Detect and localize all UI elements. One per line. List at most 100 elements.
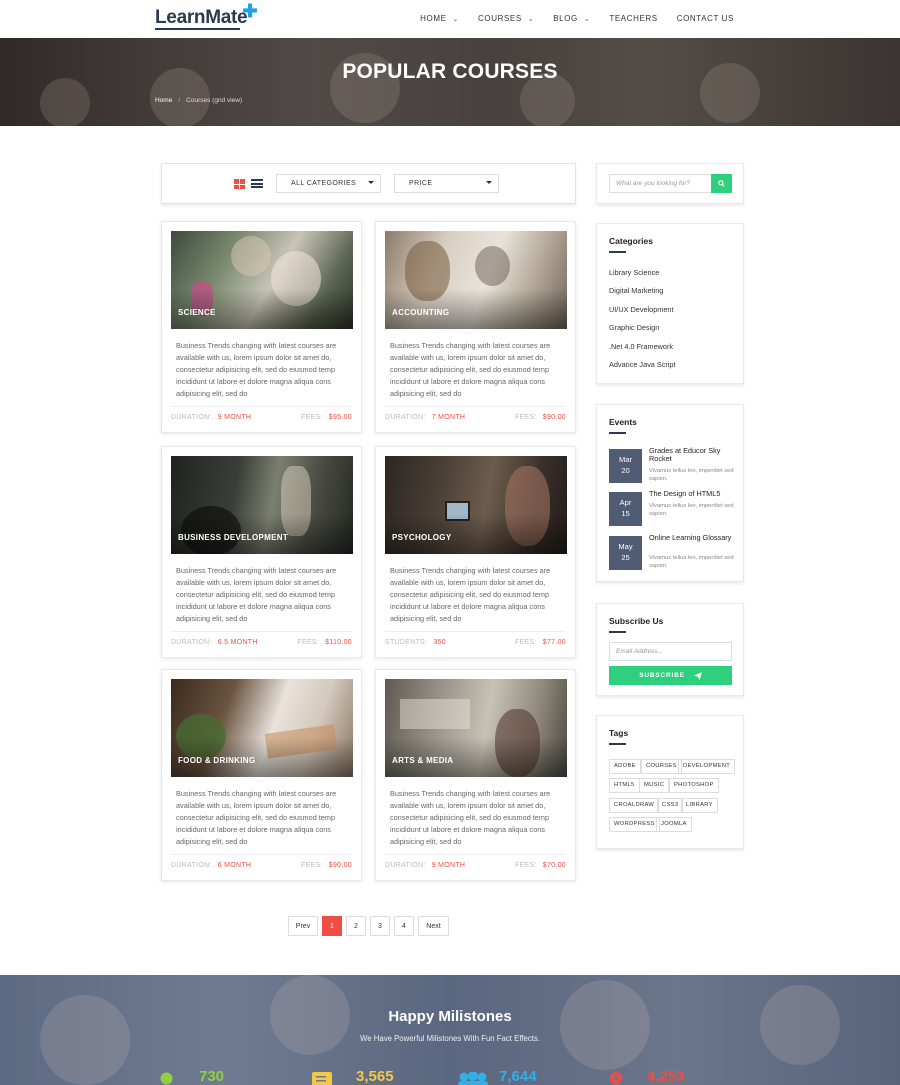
breadcrumb-home[interactable]: Home: [155, 97, 172, 104]
course-description: Business Trends changing with latest cou…: [390, 789, 551, 846]
title-underline: [609, 432, 626, 434]
circle-icon: [160, 1072, 173, 1085]
caret-down-icon: [368, 181, 374, 184]
tag-link[interactable]: ADOBE: [609, 759, 641, 774]
subscribe-widget: Subscribe Us Email Address... SUBSCRIBE: [596, 603, 744, 696]
list-view-icon[interactable]: [251, 179, 263, 189]
nav-item-blog[interactable]: BLOG ⌄: [553, 14, 590, 23]
counter-value: 4,253: [647, 1068, 685, 1085]
counter-value: 7,644: [499, 1068, 537, 1085]
category-link[interactable]: Digital Marketing: [609, 286, 663, 295]
search-input[interactable]: What are you looking for?: [609, 174, 712, 193]
course-fees: FEES: $90.00: [515, 414, 566, 421]
pagination-next[interactable]: Next: [418, 916, 449, 936]
widget-title: Events: [609, 417, 637, 427]
chevron-down-icon: ⌄: [527, 15, 535, 23]
nav-label: CONTACT US: [676, 14, 734, 23]
category-link[interactable]: Graphic Design: [609, 323, 659, 332]
tag-link[interactable]: JOOMLA: [656, 817, 692, 832]
category-link[interactable]: UI/UX Development: [609, 305, 673, 314]
course-card[interactable]: SCIENCE Business Trends changing with la…: [161, 221, 362, 433]
course-fees: FEES: $77.00: [515, 639, 566, 646]
main-nav: HOME ⌄ COURSES ⌄ BLOG ⌄ TEACHERS CONTACT US: [401, 14, 734, 23]
course-category[interactable]: FOOD & DRINKING: [178, 756, 255, 765]
card-divider: [385, 406, 566, 407]
pagination-page-1[interactable]: 1: [322, 916, 342, 936]
nav-item-courses[interactable]: COURSES ⌄: [478, 14, 534, 23]
categories-widget: Categories Library Science Digital Marke…: [596, 223, 744, 384]
caret-down-icon: [486, 181, 492, 184]
course-duration: DURATION: 6.5 MONTH: [171, 639, 258, 646]
nav-label: TEACHERS: [609, 14, 658, 23]
tag-link[interactable]: HTML5: [609, 778, 640, 793]
course-card[interactable]: ACCOUNTING Business Trends changing with…: [375, 221, 576, 433]
course-category[interactable]: ACCOUNTING: [392, 308, 449, 317]
page-title: POPULAR COURSES: [342, 60, 558, 83]
widget-title: Subscribe Us: [609, 616, 664, 626]
course-description: Business Trends changing with latest cou…: [176, 566, 337, 623]
course-category[interactable]: ARTS & MEDIA: [392, 756, 453, 765]
search-button[interactable]: [711, 174, 732, 193]
logo[interactable]: LearnMate ✚: [155, 1, 258, 30]
course-card[interactable]: FOOD & DRINKING Business Trends changing…: [161, 669, 362, 881]
document-icon: [312, 1072, 332, 1085]
course-fees: FEES: $90.00: [301, 862, 352, 869]
pagination-page-4[interactable]: 4: [394, 916, 414, 936]
card-divider: [385, 854, 566, 855]
tag-link[interactable]: PHOTOSHOP: [669, 778, 719, 793]
course-category[interactable]: SCIENCE: [178, 308, 216, 317]
event-text: Vivamus tellus leo, imperdiet sed sapien…: [649, 555, 734, 569]
tag-link[interactable]: WORDPRESS: [609, 817, 660, 832]
price-select[interactable]: PRICE: [394, 174, 499, 193]
tag-link[interactable]: DEVELOPMENT: [678, 759, 736, 774]
map-pin-icon: [610, 1072, 622, 1085]
course-students: STUDENTS: 350: [385, 639, 446, 646]
course-category[interactable]: BUSINESS DEVELOPMENT: [178, 533, 288, 542]
pagination-page-2[interactable]: 2: [346, 916, 366, 936]
search-widget: What are you looking for?: [596, 163, 744, 204]
grid-view-icon[interactable]: [234, 179, 245, 189]
pagination-prev[interactable]: Prev: [288, 916, 318, 936]
tag-link[interactable]: MUSIC: [639, 778, 670, 793]
course-category[interactable]: PSYCHOLOGY: [392, 533, 451, 542]
tag-link[interactable]: LIBRARY: [681, 798, 718, 813]
email-field[interactable]: Email Address...: [609, 642, 732, 661]
course-card[interactable]: ARTS & MEDIA Business Trends changing wi…: [375, 669, 576, 881]
page-hero: POPULAR COURSES Home / Courses (grid view): [0, 38, 900, 126]
breadcrumb-current: Courses (grid view): [186, 97, 243, 104]
course-duration: DURATION: 7 MONTH: [385, 414, 466, 421]
title-underline: [609, 631, 626, 633]
course-card[interactable]: BUSINESS DEVELOPMENT Business Trends cha…: [161, 446, 362, 658]
subscribe-button[interactable]: SUBSCRIBE: [609, 666, 732, 685]
tag-link[interactable]: COURSES: [641, 759, 682, 774]
chevron-down-icon: ⌄: [452, 15, 460, 23]
card-divider: [171, 406, 352, 407]
event-title[interactable]: Grades at Educor Sky Rocket: [649, 447, 734, 463]
pagination-page-3[interactable]: 3: [370, 916, 390, 936]
tag-link[interactable]: CSS3: [657, 798, 684, 813]
category-select[interactable]: ALL CATEGORIES: [276, 174, 381, 193]
card-divider: [385, 631, 566, 632]
event-text: Vivamus tellus leo, imperdiet sed sapien…: [649, 468, 734, 482]
nav-item-home[interactable]: HOME ⌄: [420, 14, 459, 23]
nav-item-teachers[interactable]: TEACHERS: [609, 14, 657, 23]
logo-underline: [155, 28, 240, 30]
nav-item-contact[interactable]: CONTACT US: [677, 14, 734, 23]
category-link[interactable]: Library Science: [609, 268, 659, 277]
category-link[interactable]: Advance Java Script: [609, 360, 676, 369]
category-select-value: ALL CATEGORIES: [291, 180, 357, 187]
course-duration: DURATION: 6 MONTH: [171, 862, 252, 869]
card-divider: [171, 854, 352, 855]
card-divider: [171, 631, 352, 632]
course-fees: FEES: $95.00: [301, 414, 352, 421]
course-duration: DURATION: 9 MONTH: [385, 862, 466, 869]
course-card[interactable]: PSYCHOLOGY Business Trends changing with…: [375, 446, 576, 658]
course-description: Business Trends changing with latest cou…: [176, 341, 337, 398]
category-link[interactable]: .Net 4.0 Framework: [609, 342, 673, 351]
subscribe-label: SUBSCRIBE: [639, 672, 685, 679]
event-date: May 25: [609, 536, 642, 570]
event-title[interactable]: Online Learning Glossary: [649, 534, 734, 542]
tag-link[interactable]: CROALDRAW: [609, 798, 660, 813]
event-title[interactable]: The Design of HTML5: [649, 490, 734, 498]
course-duration: DURATION: 9 MONTH: [171, 414, 252, 421]
